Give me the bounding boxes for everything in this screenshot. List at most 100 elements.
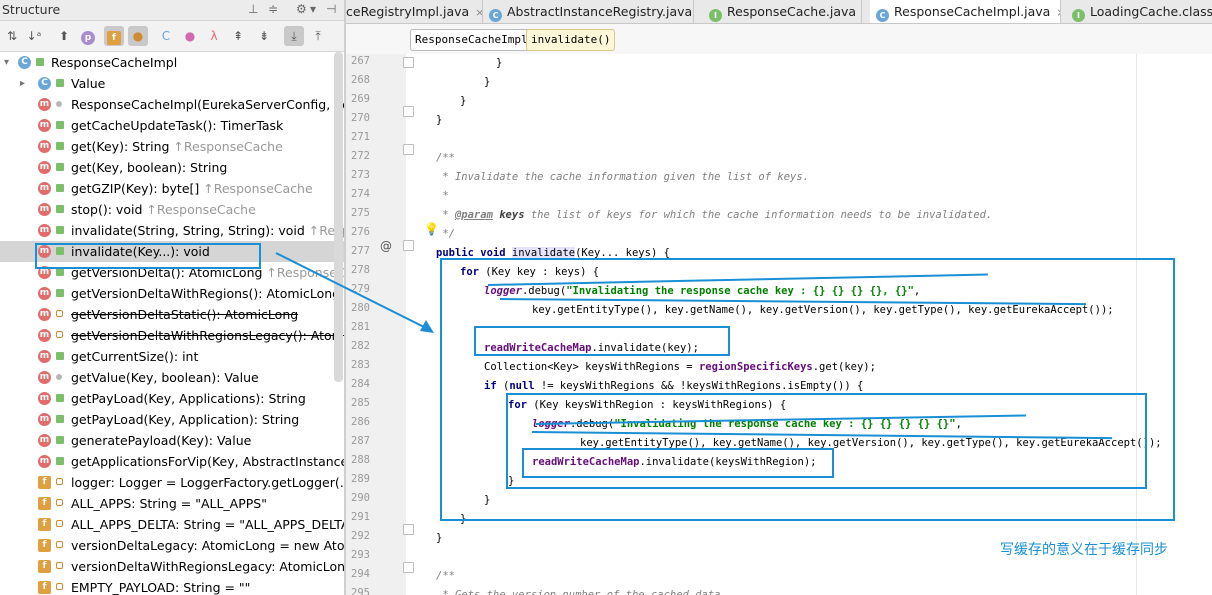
tree-item[interactable]: m invalidate(String, String, String): voi…	[0, 220, 344, 241]
show-properties-icon[interactable]: p	[78, 26, 98, 46]
visibility-icon	[56, 415, 64, 423]
tree-item[interactable]: f ALL_APPS_DELTA: String = "ALL_APPS_DELT…	[0, 514, 344, 535]
gear-icon[interactable]: ⚙	[296, 2, 307, 16]
visibility-icon	[56, 142, 64, 150]
tree-item[interactable]: m get(Key, boolean): String	[0, 157, 344, 178]
tree-item[interactable]: f EMPTY_PAYLOAD: String = ""	[0, 577, 344, 595]
field-icon: f	[38, 518, 51, 531]
method-icon: m	[38, 287, 51, 300]
structure-scrollbar[interactable]	[334, 52, 343, 382]
tab-response-cache[interactable]: IResponseCache.java×	[703, 0, 862, 23]
hide-panel-icon[interactable]: ⊣	[326, 2, 336, 16]
annotation-note: 写缓存的意义在于缓存同步	[1000, 542, 1168, 558]
tree-item-label: getPayLoad(Key, Application): String	[71, 409, 299, 430]
method-icon: m	[38, 329, 51, 342]
close-icon[interactable]: ×	[475, 6, 482, 19]
tree-item[interactable]: m getCacheUpdateTask(): TimerTask	[0, 115, 344, 136]
tree-item[interactable]: m stop(): void ↑ResponseCache	[0, 199, 344, 220]
tree-item-text: getValue(Key, boolean): Value	[71, 370, 259, 385]
tree-item[interactable]: m getPayLoad(Key, Application): String	[0, 409, 344, 430]
lambda-icon[interactable]: λ	[204, 26, 224, 46]
tree-item-text: generatePayload(Key): Value	[71, 433, 252, 448]
chevron-down-icon[interactable]: ▾	[310, 2, 316, 16]
annotation-box-invalidate-key	[474, 326, 730, 356]
autoscroll-from-source-icon[interactable]: ⤒	[308, 26, 328, 46]
expand-all-icon[interactable]: ⊥	[248, 2, 258, 16]
tree-item[interactable]: m getCurrentSize(): int	[0, 346, 344, 367]
tree-item[interactable]: f versionDeltaLegacy: AtomicLong = new At…	[0, 535, 344, 556]
tree-item-text: ALL_APPS: String = "ALL_APPS"	[71, 496, 267, 511]
chevron-down-icon[interactable]: ▾	[4, 52, 9, 73]
field-icon: f	[38, 581, 51, 594]
field-icon: f	[38, 560, 51, 573]
method-icon: m	[38, 455, 51, 468]
breadcrumb-method[interactable]: invalidate()	[526, 29, 616, 51]
line-number: 274	[351, 188, 370, 200]
tree-item-text: logger: Logger = LoggerFactory.getLogger…	[71, 475, 344, 490]
method-icon: m	[38, 161, 51, 174]
tree-item[interactable]: m getValue(Key, boolean): Value	[0, 367, 344, 388]
tree-item[interactable]: m ResponseCacheImpl(EurekaServerConfig, S…	[0, 94, 344, 115]
visibility-icon	[56, 205, 64, 213]
breadcrumb-class[interactable]: ResponseCacheImpl	[410, 29, 533, 51]
visibility-icon	[56, 226, 64, 234]
tree-item-label: getCurrentSize(): int	[71, 346, 198, 367]
autoscroll-to-source-icon[interactable]: ⤓	[284, 26, 304, 46]
visibility-icon	[56, 520, 63, 527]
tree-item[interactable]: m getApplicationsForVip(Key, AbstractInst…	[0, 451, 344, 472]
visibility-icon	[56, 268, 64, 276]
tab-response-cache-impl[interactable]: C ResponseCacheImpl.java ×	[870, 0, 1061, 23]
line-number: 291	[351, 511, 370, 523]
line-number: 278	[351, 264, 370, 276]
tree-item-text: ResponseCacheImpl(EurekaServerConfig, Se…	[71, 97, 344, 112]
show-inherited-icon[interactable]: ⬆	[54, 26, 74, 46]
override-marker-icon[interactable]: @	[380, 239, 392, 253]
line-number: 295	[351, 587, 370, 595]
structure-title-bar: Structure ⊥ ≑ ⚙ ▾ ⊣	[0, 0, 344, 21]
close-icon[interactable]: ×	[1056, 6, 1060, 19]
tree-item[interactable]: m generatePayload(Key): Value	[0, 430, 344, 451]
tree-item-text: ResponseCacheImpl	[51, 55, 178, 70]
sort-alphabetically-icon[interactable]: ↓ᵃ	[24, 26, 44, 46]
line-number: 275	[351, 207, 370, 219]
annotation-box-tree-item	[35, 243, 261, 269]
chevron-right-icon[interactable]: ▸	[20, 73, 25, 94]
tree-item[interactable]: m getGZIP(Key): byte[] ↑ResponseCache	[0, 178, 344, 199]
tree-item[interactable]: ▾ C ResponseCacheImpl	[0, 52, 344, 73]
tree-item-text: getVersionDeltaStatic(): AtomicLong	[71, 307, 299, 322]
show-fields-icon[interactable]: f	[104, 26, 124, 46]
show-anonymous-icon[interactable]: C	[156, 26, 176, 46]
method-icon: m	[38, 119, 51, 132]
field-icon: f	[38, 497, 51, 510]
tab-service-registry-impl[interactable]: ceRegistryImpl.java ×	[346, 0, 483, 23]
breadcrumb: ResponseCacheImpl invalidate()	[346, 24, 1212, 54]
tree-item[interactable]: f ALL_APPS: String = "ALL_APPS"	[0, 493, 344, 514]
tree-item-label: get(Key): String ↑ResponseCache	[71, 136, 283, 157]
class-icon: C	[18, 56, 31, 69]
tab-loading-cache[interactable]: I LoadingCache.class	[1066, 0, 1212, 23]
tree-item[interactable]: m getPayLoad(Key, Applications): String	[0, 388, 344, 409]
expand-icon[interactable]: ⇞	[228, 26, 248, 46]
tab-label: AbstractInstanceRegistry.java	[507, 4, 693, 19]
collapse-icon[interactable]: ⇟	[254, 26, 274, 46]
show-non-public-icon[interactable]: ●	[128, 26, 148, 46]
editor-tabs: ceRegistryImpl.java × C AbstractInstanceRe…	[346, 0, 1212, 24]
tab-abstract-instance-registry[interactable]: CAbstractInstanceRegistry.java×	[483, 0, 694, 23]
visibility-icon	[56, 310, 63, 317]
tree-item[interactable]: m getVersionDeltaWithRegions(): AtomicLon…	[0, 283, 344, 304]
tree-item[interactable]: f versionDeltaWithRegionsLegacy: AtomicLo…	[0, 556, 344, 577]
tree-item[interactable]: ▸ C Value	[0, 73, 344, 94]
collapse-all-icon[interactable]: ≑	[268, 2, 278, 16]
line-number: 294	[351, 568, 370, 580]
tree-item[interactable]: m getVersionDeltaStatic(): AtomicLong	[0, 304, 344, 325]
line-number: 273	[351, 169, 370, 181]
tree-item[interactable]: m get(Key): String ↑ResponseCache	[0, 136, 344, 157]
tree-item[interactable]: f logger: Logger = LoggerFactory.getLogge…	[0, 472, 344, 493]
line-number: 268	[351, 74, 370, 86]
show-lambdas-icon[interactable]: ●	[180, 26, 200, 46]
tree-item-label: getCacheUpdateTask(): TimerTask	[71, 115, 283, 136]
annotation-box-invalidate-region	[522, 448, 834, 478]
sort-by-visibility-icon[interactable]: ⇅	[2, 26, 22, 46]
tree-item-text: stop(): void	[71, 202, 147, 217]
tree-item[interactable]: m getVersionDeltaWithRegionsLegacy(): Ato…	[0, 325, 344, 346]
